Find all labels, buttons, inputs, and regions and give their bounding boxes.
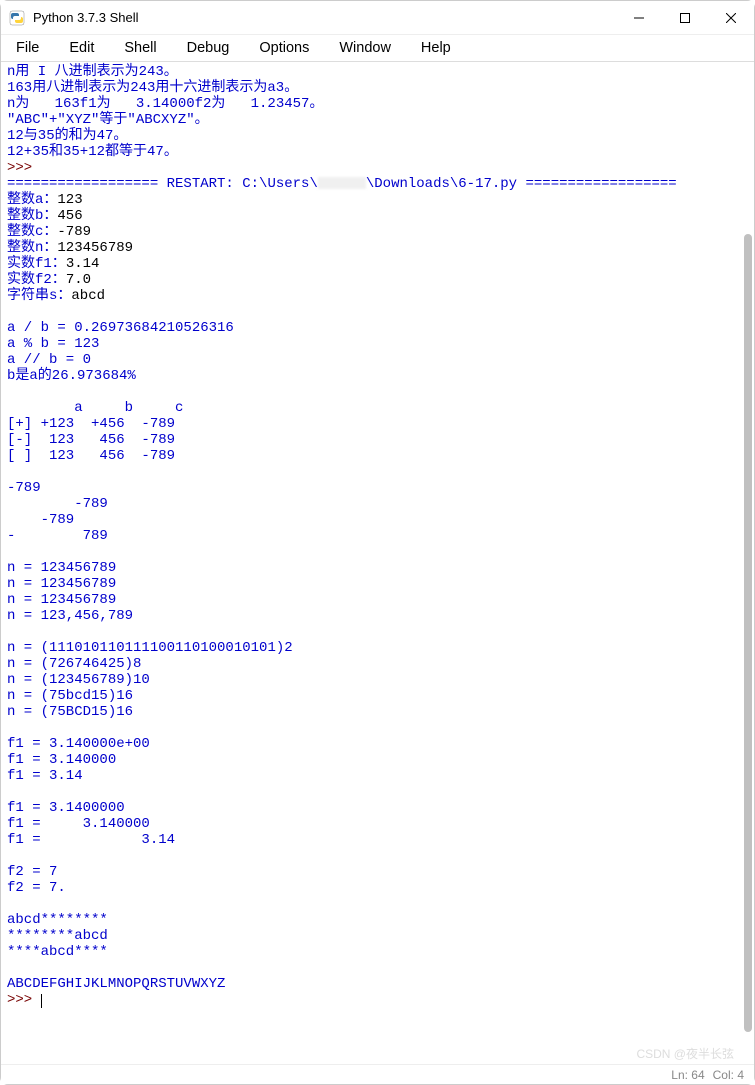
output-line: n = (123456789)10: [7, 672, 150, 688]
title-bar: Python 3.7.3 Shell: [1, 1, 754, 35]
scrollbar-thumb[interactable]: [744, 234, 752, 1032]
redacted-username: [318, 177, 366, 189]
output-line: f2 = 7.: [7, 880, 66, 896]
menu-debug[interactable]: Debug: [172, 37, 245, 59]
output-line: f1 = 3.140000: [7, 752, 116, 768]
output-line: [ ] 123 456 -789: [7, 448, 175, 464]
output-line: - 789: [7, 528, 108, 544]
output-line: 整数b：456: [7, 208, 83, 224]
output-line: a / b = 0.26973684210526316: [7, 320, 234, 336]
output-line: a b c: [7, 400, 183, 416]
output-line: a // b = 0: [7, 352, 91, 368]
output-line: 实数f2：7.0: [7, 272, 91, 288]
output-line: ****abcd****: [7, 944, 108, 960]
output-line: 12与35的和为47。: [7, 128, 127, 144]
output-line: f2 = 7: [7, 864, 57, 880]
output-line: 实数f1：3.14: [7, 256, 99, 272]
output-line: n = 123456789: [7, 576, 116, 592]
output-line: f1 = 3.14: [7, 832, 175, 848]
output-line: "ABC"+"XYZ"等于"ABCXYZ"。: [7, 112, 209, 128]
output-line: 12+35和35+12都等于47。: [7, 144, 178, 160]
output-line: 整数n：123456789: [7, 240, 133, 256]
output-line: -789: [7, 480, 41, 496]
output-line: -789: [7, 496, 108, 512]
status-column-number: Col: 4: [713, 1068, 744, 1082]
output-line: b是a的26.973684%: [7, 368, 136, 384]
output-line: f1 = 3.14: [7, 768, 83, 784]
output-line: ABCDEFGHIJKLMNOPQRSTUVWXYZ: [7, 976, 225, 992]
status-bar: Ln: 64 Col: 4: [1, 1064, 754, 1084]
shell-output-area[interactable]: n用 I 八进制表示为243。 163用八进制表示为243用十六进制表示为a3。…: [1, 62, 754, 1064]
output-line: n = (75BCD15)16: [7, 704, 133, 720]
shell-prompt: >>>: [7, 992, 41, 1008]
shell-prompt: >>>: [7, 160, 41, 176]
window-controls: [616, 1, 754, 34]
maximize-button[interactable]: [662, 1, 708, 34]
output-line: abcd********: [7, 912, 108, 928]
user-input: 123: [57, 192, 82, 208]
output-line: n = 123456789: [7, 592, 116, 608]
menu-help[interactable]: Help: [406, 37, 466, 59]
user-input: 3.14: [66, 256, 100, 272]
output-line: n为 163f1为 3.14000f2为 1.23457。: [7, 96, 323, 112]
output-line: n = (111010110111100110100010101)2: [7, 640, 293, 656]
menu-edit[interactable]: Edit: [54, 37, 109, 59]
output-line: n = (75bcd15)16: [7, 688, 133, 704]
output-line: a % b = 123: [7, 336, 99, 352]
user-input: 7.0: [66, 272, 91, 288]
output-line: [+] +123 +456 -789: [7, 416, 175, 432]
menu-shell[interactable]: Shell: [109, 37, 171, 59]
python-idle-icon: [9, 10, 25, 26]
output-line: n = (726746425)8: [7, 656, 141, 672]
output-line: n = 123,456,789: [7, 608, 133, 624]
menu-file[interactable]: File: [1, 37, 54, 59]
menu-window[interactable]: Window: [324, 37, 406, 59]
user-input: 123456789: [57, 240, 133, 256]
status-line-number: Ln: 64: [671, 1068, 704, 1082]
output-line: [-] 123 456 -789: [7, 432, 175, 448]
output-line: -789: [7, 512, 108, 528]
output-line: 整数c：-789: [7, 224, 91, 240]
user-input: 456: [57, 208, 82, 224]
output-line: 整数a：123: [7, 192, 83, 208]
vertical-scrollbar[interactable]: [744, 65, 752, 1062]
text-cursor: [41, 994, 42, 1008]
close-button[interactable]: [708, 1, 754, 34]
minimize-button[interactable]: [616, 1, 662, 34]
window-title: Python 3.7.3 Shell: [33, 10, 616, 25]
output-line: f1 = 3.1400000: [7, 800, 125, 816]
output-line: f1 = 3.140000: [7, 816, 150, 832]
output-line: n用 I 八进制表示为243。: [7, 64, 178, 80]
output-line: f1 = 3.140000e+00: [7, 736, 150, 752]
menu-options[interactable]: Options: [244, 37, 324, 59]
output-line: n = 123456789: [7, 560, 116, 576]
output-line: 163用八进制表示为243用十六进制表示为a3。: [7, 80, 298, 96]
menu-bar: File Edit Shell Debug Options Window Hel…: [1, 35, 754, 62]
user-input: -789: [57, 224, 91, 240]
restart-banner: ================== RESTART: C:\Users\\Do…: [7, 176, 677, 192]
user-input: abcd: [71, 288, 105, 304]
output-line: ********abcd: [7, 928, 108, 944]
output-line: 字符串s：abcd: [7, 288, 105, 304]
